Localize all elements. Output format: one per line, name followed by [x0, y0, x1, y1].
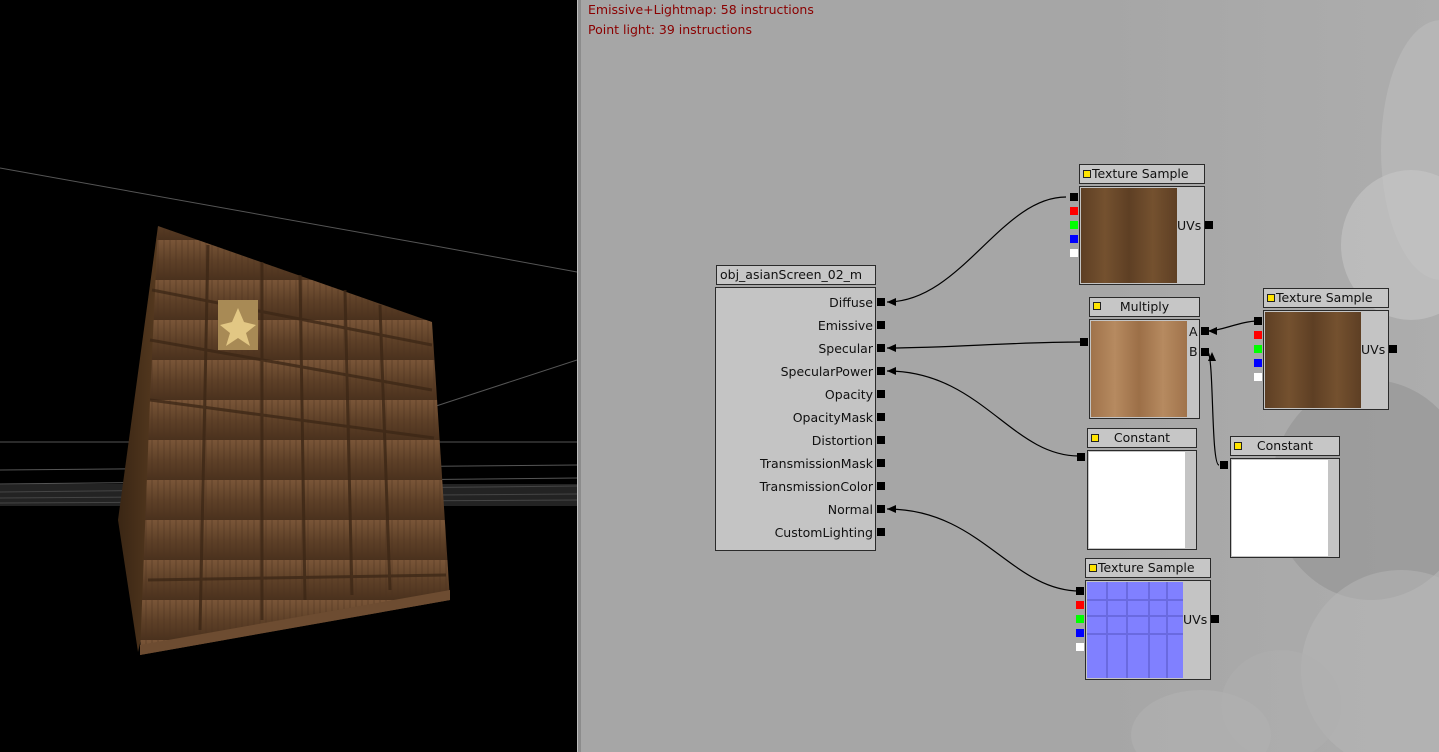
output-rgb-pin[interactable]	[1254, 317, 1262, 325]
node-marker-icon	[1267, 294, 1275, 302]
multiply-input-b-label: B	[1189, 344, 1198, 359]
material-input-label: Normal	[827, 502, 873, 517]
wire-multiply-b	[1207, 351, 1220, 466]
output-r-pin[interactable]	[1070, 207, 1078, 215]
output-a-pin[interactable]	[1070, 249, 1078, 257]
material-input-pin[interactable]	[877, 344, 885, 352]
uvs-pin[interactable]	[1389, 345, 1397, 353]
material-input-label: OpacityMask	[792, 410, 873, 425]
output-a-pin[interactable]	[1076, 643, 1084, 651]
material-input-pin[interactable]	[877, 528, 885, 536]
material-input-label: Specular	[818, 341, 873, 356]
multiply-input-a-pin[interactable]	[1201, 327, 1209, 335]
material-input-pin[interactable]	[877, 482, 885, 490]
node-marker-icon	[1089, 564, 1097, 572]
preview-scene	[0, 167, 577, 655]
material-input-label: Diffuse	[829, 295, 873, 310]
output-r-pin[interactable]	[1254, 331, 1262, 339]
output-g-pin[interactable]	[1070, 221, 1078, 229]
output-b-pin[interactable]	[1076, 629, 1084, 637]
material-input-label: TransmissionColor	[759, 479, 873, 494]
material-input-label: Distortion	[811, 433, 873, 448]
constant-2-output-pin[interactable]	[1220, 461, 1228, 469]
uvs-pin[interactable]	[1211, 615, 1219, 623]
uvs-label: UVs	[1177, 218, 1202, 233]
wire-normal	[886, 508, 1081, 592]
spec-texture-preview	[1265, 312, 1361, 408]
diffuse-texture-preview	[1081, 188, 1177, 283]
multiply-input-b-pin[interactable]	[1201, 348, 1209, 356]
node-marker-icon	[1091, 434, 1099, 442]
texture-sample-normal-title[interactable]: Texture Sample	[1085, 558, 1211, 578]
output-b-pin[interactable]	[1254, 359, 1262, 367]
preview-viewport[interactable]	[0, 0, 577, 752]
uvs-label: UVs	[1361, 342, 1386, 357]
node-marker-icon	[1093, 302, 1101, 310]
material-input-pin[interactable]	[877, 321, 885, 329]
output-rgb-pin[interactable]	[1070, 193, 1078, 201]
texture-sample-diffuse-title[interactable]: Texture Sample	[1079, 164, 1205, 184]
material-input-label: SpecularPower	[780, 364, 873, 379]
material-input-pin[interactable]	[877, 505, 885, 513]
multiply-title[interactable]: Multiply	[1089, 297, 1200, 317]
wire-specular-power	[886, 370, 1080, 457]
wooden-screen-model	[140, 226, 450, 655]
uvs-label: UVs	[1183, 612, 1208, 627]
material-node-title[interactable]: obj_asianScreen_02_m	[716, 265, 876, 285]
material-input-label: Emissive	[817, 318, 873, 333]
uvs-pin[interactable]	[1205, 221, 1213, 229]
texture-sample-spec-title[interactable]: Texture Sample	[1263, 288, 1389, 308]
material-input-label: TransmissionMask	[760, 456, 873, 471]
material-graph-canvas[interactable]: Emissive+Lightmap: 58 instructions Point…	[581, 0, 1439, 752]
material-input-pin[interactable]	[877, 413, 885, 421]
multiply-preview	[1091, 321, 1187, 417]
output-rgb-pin[interactable]	[1076, 587, 1084, 595]
material-input-pin[interactable]	[877, 390, 885, 398]
output-g-pin[interactable]	[1076, 615, 1084, 623]
output-a-pin[interactable]	[1254, 373, 1262, 381]
multiply-output-pin[interactable]	[1080, 338, 1088, 346]
wire-specular	[886, 341, 1083, 349]
output-g-pin[interactable]	[1254, 345, 1262, 353]
node-marker-icon	[1083, 170, 1091, 178]
material-input-label: Opacity	[824, 387, 873, 402]
material-input-pin[interactable]	[877, 298, 885, 306]
output-r-pin[interactable]	[1076, 601, 1084, 609]
multiply-input-a-label: A	[1189, 324, 1198, 339]
normal-texture-preview	[1087, 582, 1183, 678]
constant-2-preview	[1232, 460, 1328, 556]
output-b-pin[interactable]	[1070, 235, 1078, 243]
constant-1-output-pin[interactable]	[1077, 453, 1085, 461]
material-input-label: CustomLighting	[774, 525, 873, 540]
constant-1-preview	[1089, 452, 1185, 548]
material-input-pin[interactable]	[877, 459, 885, 467]
constant-2-title[interactable]: Constant	[1230, 436, 1340, 456]
constant-1-title[interactable]: Constant	[1087, 428, 1197, 448]
wire-diffuse	[886, 196, 1067, 303]
material-input-pin[interactable]	[877, 367, 885, 375]
node-marker-icon	[1234, 442, 1242, 450]
material-input-pin[interactable]	[877, 436, 885, 444]
